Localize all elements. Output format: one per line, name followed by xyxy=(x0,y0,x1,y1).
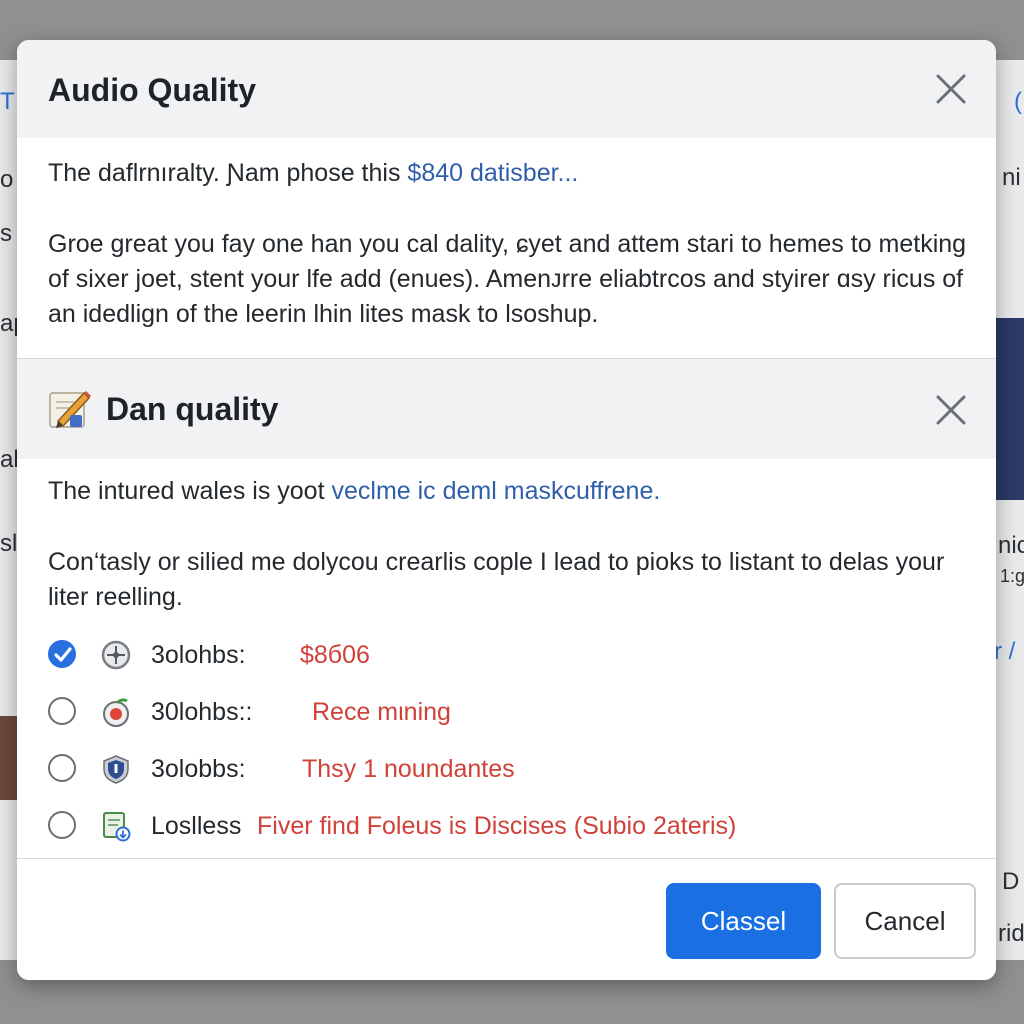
intro-text: The daflrnıralty. Ɲam phose this $840 da… xyxy=(48,156,578,191)
dialog-footer: Classel Cancel xyxy=(17,858,996,980)
bg-edge-label: nic xyxy=(998,532,1024,559)
background-image xyxy=(0,716,18,800)
option-label: 3olohbs: xyxy=(151,641,246,669)
quality-option[interactable]: 3olobbs: Thsy 1 noundantes xyxy=(48,751,948,791)
option-value: $8б06 xyxy=(300,641,370,669)
option-label: 30lohbs:: xyxy=(151,698,253,726)
close-icon[interactable] xyxy=(934,72,968,106)
option-value: Thsy 1 noundantes xyxy=(302,755,515,783)
shield-icon xyxy=(103,755,129,784)
apple-icon xyxy=(103,698,129,727)
bg-edge-label: 1:g xyxy=(1000,566,1024,586)
bg-edge-label: o xyxy=(0,166,14,193)
radio-button[interactable] xyxy=(48,754,76,782)
dialog-title: Audio Quality xyxy=(48,72,256,108)
bg-edge-label: T xyxy=(0,88,15,115)
option-label: 3olobbs: xyxy=(151,755,246,783)
bg-edge-label: ( xyxy=(1014,88,1022,115)
bg-edge-label: al xyxy=(0,446,19,473)
option-label: Loslless xyxy=(151,812,242,840)
option-value: Rece mιning xyxy=(312,698,451,726)
bg-edge-label: rid xyxy=(998,920,1024,947)
description-paragraph: Groe great you fay one han you cal dalit… xyxy=(48,230,967,328)
option-value: Fiver find Foleus is Discises (Subio 2at… xyxy=(257,812,737,840)
dialog-header: Audio Quality xyxy=(17,40,996,138)
radio-button[interactable] xyxy=(48,811,76,839)
compass-icon xyxy=(101,640,131,670)
audio-quality-dialog: Audio Quality The daflrnıralty. Ɲam phos… xyxy=(17,40,996,980)
quality-option[interactable]: 30lohbs:: Rece mιning xyxy=(48,694,948,734)
section-intro-link[interactable]: veclme ic deml maskcuffrene. xyxy=(331,477,660,505)
bg-edge-label: s xyxy=(0,220,12,247)
intro-plain: The daflrnıralty. Ɲam phose this xyxy=(48,159,408,187)
bg-edge-label: r / xyxy=(994,638,1016,665)
radio-button[interactable] xyxy=(48,697,76,725)
pencil-edit-icon xyxy=(49,391,91,428)
confirm-button[interactable]: Classel xyxy=(666,883,821,959)
section-header: Dan quality xyxy=(17,358,996,459)
radio-selected[interactable] xyxy=(48,640,76,668)
bg-edge-label: sl xyxy=(0,530,18,557)
cancel-button[interactable]: Cancel xyxy=(834,883,976,959)
bg-edge-label: D xyxy=(1002,868,1020,895)
quality-option[interactable]: 3olohbs: $8б06 xyxy=(48,637,948,677)
section-intro-text: The intured wales is yoot veclme ic deml… xyxy=(48,474,660,509)
background-image xyxy=(996,318,1024,500)
document-download-icon xyxy=(103,812,131,842)
quality-option[interactable]: Loslless Fiver find Foleus is Discises (… xyxy=(48,808,948,848)
section-intro-plain: The intured wales is yoot xyxy=(48,477,332,505)
close-icon[interactable] xyxy=(934,393,968,427)
intro-link[interactable]: $840 datisber... xyxy=(407,159,578,187)
section-title: Dan quality xyxy=(106,391,279,427)
section-paragraph: Con‘tasly or silied me dolycou crearlis … xyxy=(48,548,945,611)
bg-edge-label: ni xyxy=(1002,164,1021,191)
